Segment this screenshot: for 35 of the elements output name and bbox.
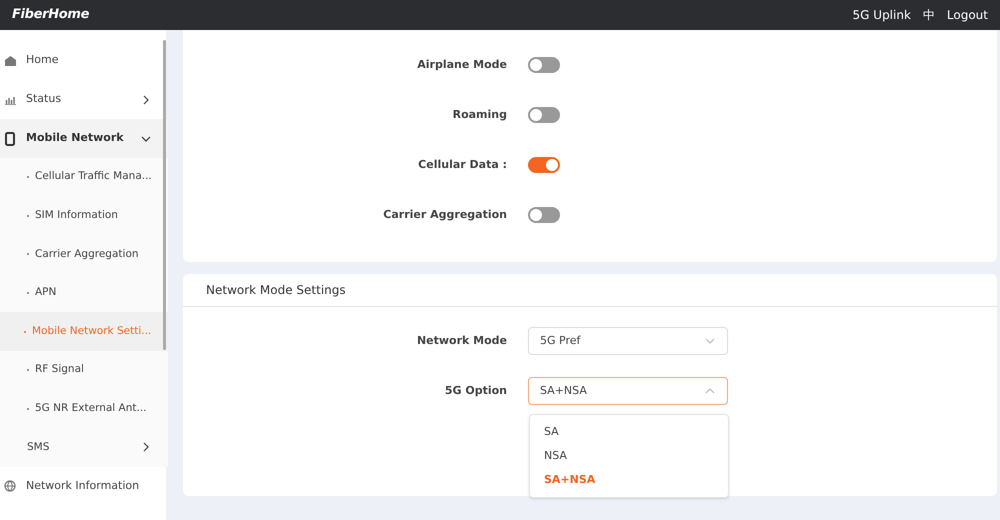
dropdown-option[interactable]: NSA: [530, 444, 728, 468]
field-label: Network Mode: [416, 332, 507, 349]
submenu-item[interactable]: APN: [0, 274, 168, 312]
setting-label: Roaming: [452, 106, 507, 123]
header-link[interactable]: Logout: [946, 6, 988, 24]
toggle-switch[interactable]: [528, 107, 560, 123]
scrollbar-thumb[interactable]: [163, 40, 166, 350]
logo: FiberHome: [12, 6, 90, 24]
sidebar-item[interactable]: Mobile Network: [0, 119, 168, 158]
setting-label: Airplane Mode: [416, 56, 507, 73]
select-field[interactable]: SA+NSA: [528, 377, 728, 405]
submenu-item[interactable]: SIM Information: [0, 196, 168, 236]
dropdown-option[interactable]: SA: [530, 420, 728, 444]
submenu-item[interactable]: Carrier Aggregation: [0, 235, 168, 274]
bar-chart-icon: [4, 94, 16, 104]
setting-label: Cellular Data :: [417, 156, 507, 173]
select-field[interactable]: 5G Pref: [528, 327, 728, 355]
header-link[interactable]: 中: [922, 6, 935, 24]
sidebar-item[interactable]: Home: [0, 41, 168, 80]
phone-icon: [5, 132, 15, 146]
card-title: Network Mode Settings: [206, 282, 346, 299]
setting-label: Carrier Aggregation: [382, 206, 507, 223]
submenu-item[interactable]: SMS: [0, 428, 168, 467]
submenu-item[interactable]: Cellular Traffic Mana...: [0, 158, 168, 197]
globe-icon: [4, 480, 16, 492]
sidebar-item[interactable]: Status: [0, 80, 168, 119]
sidebar-item[interactable]: Network Information: [0, 466, 168, 506]
home-icon: [4, 56, 16, 66]
field-label: 5G Option: [444, 382, 507, 399]
toggle-switch[interactable]: [528, 57, 560, 73]
submenu-item[interactable]: 5G NR External Ant...: [0, 390, 168, 428]
header-link[interactable]: 5G Uplink: [852, 6, 911, 24]
toggle-switch[interactable]: [528, 157, 560, 173]
toggle-switch[interactable]: [528, 207, 560, 223]
submenu-item[interactable]: RF Signal: [0, 350, 168, 390]
